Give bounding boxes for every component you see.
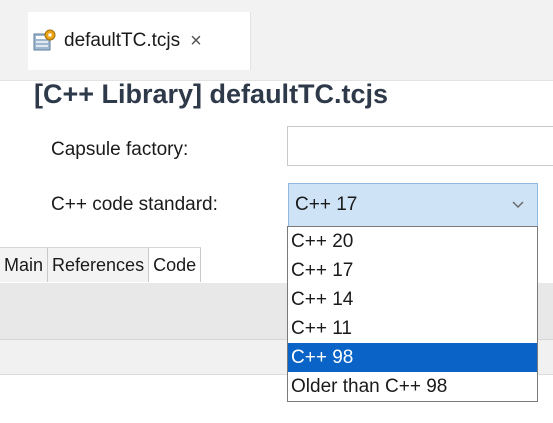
- dropdown-option-cpp17[interactable]: C++ 17: [288, 256, 537, 285]
- close-icon[interactable]: ×: [190, 30, 202, 53]
- editor-tab-strip: defaultTC.tcjs ×: [0, 0, 553, 81]
- capsule-factory-input[interactable]: [287, 126, 553, 166]
- code-standard-selected-value: C++ 17: [295, 194, 358, 215]
- tab-references[interactable]: References: [48, 248, 150, 282]
- editor-tab-label: defaultTC.tcjs: [64, 30, 181, 51]
- code-standard-select[interactable]: C++ 17: [288, 183, 538, 227]
- page-title: [C++ Library] defaultTC.tcjs: [34, 79, 389, 109]
- dropdown-option-cpp98[interactable]: C++ 98: [288, 343, 537, 372]
- dropdown-option-cpp20[interactable]: C++ 20: [288, 227, 537, 256]
- code-standard-label: C++ code standard:: [51, 194, 218, 215]
- code-standard-dropdown-list[interactable]: C++ 20 C++ 17 C++ 14 C++ 11 C++ 98 Older…: [287, 226, 538, 402]
- dropdown-option-cpp11[interactable]: C++ 11: [288, 314, 537, 343]
- tab-main[interactable]: Main: [0, 248, 49, 282]
- page-tab-bar: Main References Code: [0, 247, 202, 284]
- dropdown-option-older-than-cpp98[interactable]: Older than C++ 98: [288, 372, 537, 401]
- editor-tab[interactable]: defaultTC.tcjs ×: [28, 12, 251, 70]
- dropdown-option-cpp14[interactable]: C++ 14: [288, 285, 537, 314]
- chevron-down-icon: [512, 201, 524, 209]
- tc-file-icon: [33, 29, 56, 51]
- tab-code[interactable]: Code: [149, 248, 202, 282]
- capsule-factory-label: Capsule factory:: [51, 139, 189, 160]
